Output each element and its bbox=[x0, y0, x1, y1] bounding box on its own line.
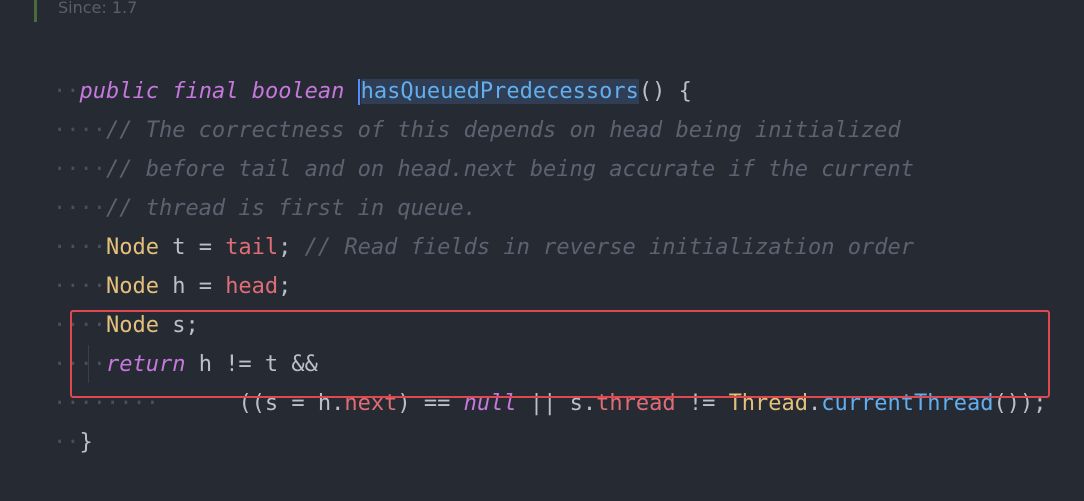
code-line-2[interactable]: ····// The correctness of this depends o… bbox=[0, 72, 1084, 143]
code-line-1[interactable]: ··public final boolean hasQueuedPredeces… bbox=[0, 33, 1084, 105]
code-line-7[interactable]: ····Node s; bbox=[0, 267, 1084, 338]
highlight-box bbox=[70, 310, 1050, 398]
closing-brace: } bbox=[79, 430, 93, 455]
code-line-3[interactable]: ····// before tail and on head.next bein… bbox=[0, 111, 1084, 182]
code-editor[interactable]: Since: 1.7 ··public final boolean hasQue… bbox=[0, 0, 1084, 469]
doc-comment-marker bbox=[34, 0, 37, 22]
code-line-6[interactable]: ····Node h = head; bbox=[0, 228, 1084, 299]
code-line-5[interactable]: ····Node t = tail; // Read fields in rev… bbox=[0, 189, 1084, 260]
code-line-4[interactable]: ····// thread is first in queue. bbox=[0, 150, 1084, 221]
javadoc-since-text: Since: 1.7 bbox=[58, 0, 138, 17]
